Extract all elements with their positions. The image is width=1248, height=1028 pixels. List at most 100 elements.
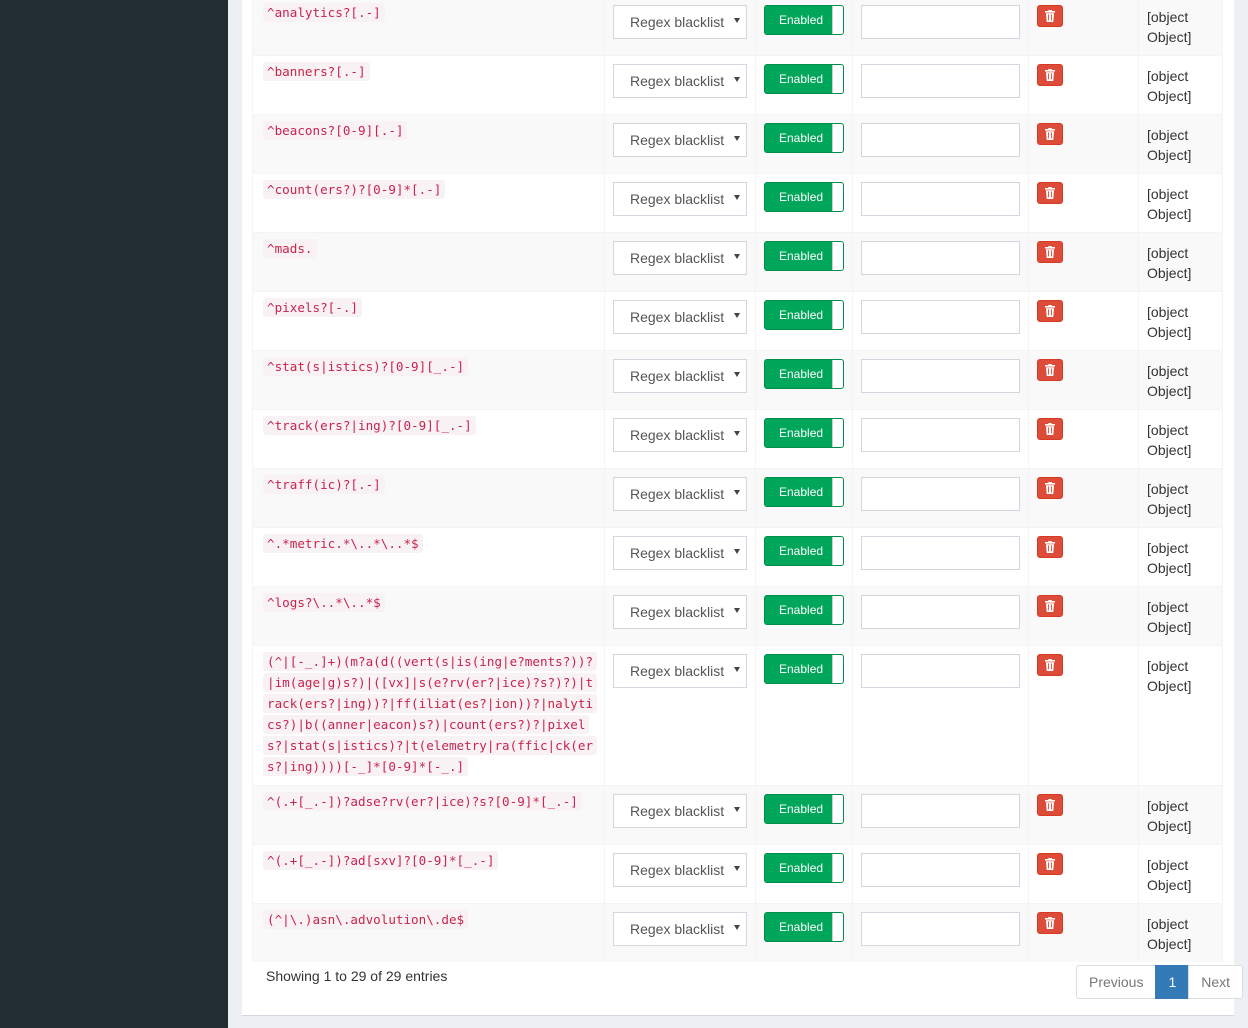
type-select[interactable]: Regex blacklist (613, 64, 747, 98)
trash-icon (1045, 10, 1055, 22)
status-toggle[interactable]: Enabled (764, 241, 844, 271)
status-cell: Enabled (755, 527, 853, 587)
domain-cell: ^count(ers?)?[0-9]*[.-] (252, 173, 605, 233)
type-select[interactable]: Regex blacklist (613, 359, 747, 393)
delete-button[interactable] (1037, 241, 1063, 263)
comment-input[interactable] (861, 359, 1020, 393)
caret-down-icon (734, 18, 740, 23)
caret-down-icon (734, 195, 740, 200)
delete-button[interactable] (1037, 64, 1063, 86)
groups-cell: [object Object] (1138, 350, 1223, 410)
delete-button[interactable] (1037, 123, 1063, 145)
domain-text: ^analytics?[.-] (263, 3, 385, 22)
status-cell: Enabled (755, 114, 853, 174)
comment-cell (852, 903, 1029, 962)
status-toggle[interactable]: Enabled (764, 595, 844, 625)
groups-text: [object Object] (1147, 363, 1192, 399)
status-label: Enabled (779, 485, 824, 499)
comment-input[interactable] (861, 5, 1020, 39)
type-select[interactable]: Regex blacklist (613, 418, 747, 452)
status-toggle[interactable]: Enabled (764, 300, 844, 330)
delete-button[interactable] (1037, 536, 1063, 558)
trash-icon (1045, 187, 1055, 199)
status-toggle[interactable]: Enabled (764, 477, 844, 507)
status-toggle[interactable]: Enabled (764, 182, 844, 212)
comment-input[interactable] (861, 300, 1020, 334)
status-toggle[interactable]: Enabled (764, 853, 844, 883)
delete-cell (1028, 173, 1139, 233)
type-select-value: Regex blacklist (630, 427, 725, 443)
type-select[interactable]: Regex blacklist (613, 912, 747, 946)
caret-down-icon (734, 372, 740, 377)
comment-input[interactable] (861, 123, 1020, 157)
comment-input[interactable] (861, 477, 1020, 511)
domain-text: (^|[-_.]+)(m?a(d((vert(s|is(ing|e?ments?… (263, 652, 598, 776)
delete-button[interactable] (1037, 418, 1063, 440)
caret-down-icon (734, 549, 740, 554)
delete-button[interactable] (1037, 182, 1063, 204)
type-select[interactable]: Regex blacklist (613, 123, 747, 157)
type-cell: Regex blacklist (604, 409, 756, 469)
trash-icon (1045, 482, 1055, 494)
type-select[interactable]: Regex blacklist (613, 654, 747, 688)
domain-table: ^analytics?[.-] Regex blacklist Enabled (252, 0, 1223, 962)
status-toggle[interactable]: Enabled (764, 794, 844, 824)
delete-button[interactable] (1037, 359, 1063, 381)
type-select[interactable]: Regex blacklist (613, 595, 747, 629)
page-1-button[interactable]: 1 (1155, 965, 1190, 999)
toggle-knob (832, 242, 843, 270)
comment-input[interactable] (861, 182, 1020, 216)
comment-input[interactable] (861, 794, 1020, 828)
comment-input[interactable] (861, 241, 1020, 275)
delete-button[interactable] (1037, 477, 1063, 499)
status-toggle[interactable]: Enabled (764, 64, 844, 94)
groups-cell: [object Object] (1138, 468, 1223, 528)
status-toggle[interactable]: Enabled (764, 123, 844, 153)
trash-icon (1045, 423, 1055, 435)
comment-input[interactable] (861, 64, 1020, 98)
domain-text: ^logs?\..*\..*$ (263, 593, 385, 612)
status-label: Enabled (779, 13, 824, 27)
type-select[interactable]: Regex blacklist (613, 536, 747, 570)
caret-down-icon (734, 866, 740, 871)
toggle-knob (832, 6, 843, 34)
status-toggle[interactable]: Enabled (764, 359, 844, 389)
comment-input[interactable] (861, 912, 1020, 946)
comment-input[interactable] (861, 654, 1020, 688)
groups-cell: [object Object] (1138, 114, 1223, 174)
comment-input[interactable] (861, 853, 1020, 887)
delete-button[interactable] (1037, 300, 1063, 322)
status-toggle[interactable]: Enabled (764, 654, 844, 684)
next-page-button[interactable]: Next (1188, 965, 1244, 999)
caret-down-icon (734, 313, 740, 318)
status-toggle[interactable]: Enabled (764, 5, 844, 35)
type-select[interactable]: Regex blacklist (613, 794, 747, 828)
comment-input[interactable] (861, 418, 1020, 452)
type-cell: Regex blacklist (604, 173, 756, 233)
type-select[interactable]: Regex blacklist (613, 853, 747, 887)
type-select[interactable]: Regex blacklist (613, 477, 747, 511)
status-toggle[interactable]: Enabled (764, 536, 844, 566)
type-select[interactable]: Regex blacklist (613, 182, 747, 216)
table-row: ^track(ers?|ing)?[0-9][_.-] Regex blackl… (252, 409, 1223, 469)
delete-cell (1028, 232, 1139, 292)
delete-button[interactable] (1037, 912, 1063, 934)
status-toggle[interactable]: Enabled (764, 418, 844, 448)
comment-input[interactable] (861, 595, 1020, 629)
previous-page-button[interactable]: Previous (1076, 965, 1157, 999)
delete-button[interactable] (1037, 853, 1063, 875)
delete-button[interactable] (1037, 794, 1063, 816)
delete-button[interactable] (1037, 595, 1063, 617)
type-select[interactable]: Regex blacklist (613, 300, 747, 334)
toggle-knob (832, 360, 843, 388)
comment-input[interactable] (861, 536, 1020, 570)
status-toggle[interactable]: Enabled (764, 912, 844, 942)
domain-cell: ^analytics?[.-] (252, 0, 605, 56)
status-label: Enabled (779, 367, 824, 381)
comment-cell (852, 350, 1029, 410)
type-select[interactable]: Regex blacklist (613, 5, 747, 39)
domain-text: ^pixels?[-.] (263, 298, 362, 317)
delete-button[interactable] (1037, 654, 1063, 676)
type-select[interactable]: Regex blacklist (613, 241, 747, 275)
delete-button[interactable] (1037, 5, 1063, 27)
